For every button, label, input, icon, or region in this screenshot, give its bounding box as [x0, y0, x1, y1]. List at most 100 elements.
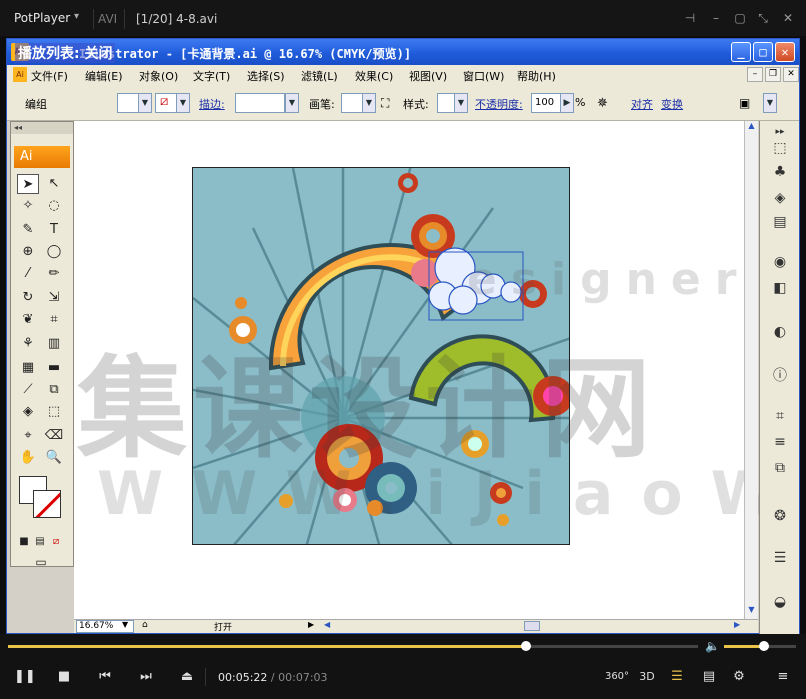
type-tool-icon[interactable]: T — [43, 220, 65, 240]
home-icon[interactable]: ⌂ — [142, 620, 148, 630]
minimize-icon[interactable]: _ — [731, 42, 751, 62]
bridge-icon[interactable]: ▣ — [739, 96, 750, 110]
stop-icon[interactable]: ■ — [55, 668, 73, 686]
direct-selection-tool-icon[interactable]: ↖ — [43, 174, 65, 194]
gradient-mode-icon[interactable]: ▤ — [33, 532, 47, 552]
graph-tool-icon[interactable]: ▥ — [43, 334, 65, 354]
align-icon[interactable]: ≡ — [769, 431, 791, 453]
zoom-tool-icon[interactable]: 🔍 — [43, 448, 65, 468]
menu-view[interactable]: 视图(V) — [409, 68, 447, 84]
live-paint-selection-icon[interactable]: ⬚ — [43, 402, 65, 422]
chevron-down-icon[interactable]: ▼ — [176, 93, 190, 113]
chevron-down-icon[interactable]: ▼ — [122, 620, 128, 629]
live-paint-icon[interactable]: ◈ — [17, 402, 39, 422]
chevron-down-icon[interactable]: ▼ — [362, 93, 376, 113]
stroke-color-swatch[interactable] — [33, 490, 61, 518]
brush-picker[interactable] — [341, 93, 363, 113]
chevron-down-icon[interactable]: ▼ — [454, 93, 468, 113]
menu-icon[interactable]: ≡ — [774, 668, 792, 686]
pathfinder-icon[interactable]: ◐ — [769, 321, 791, 343]
doc-minimize-icon[interactable]: – — [747, 67, 763, 82]
3d-button[interactable]: 3D — [636, 668, 658, 686]
magic-wand-icon[interactable]: ✧ — [17, 196, 39, 216]
stroke-label[interactable]: 描边: — [199, 96, 225, 112]
chevron-down-icon[interactable]: ▼ — [285, 93, 299, 113]
scroll-right-icon[interactable]: ▶ — [734, 620, 740, 629]
eraser-icon[interactable]: ⌫ — [43, 426, 65, 446]
chapters-icon[interactable]: ▤ — [700, 668, 718, 686]
transform-link[interactable]: 变换 — [661, 96, 683, 112]
settings-gear-icon[interactable]: ⚙ — [730, 668, 748, 686]
none-mode-icon[interactable]: ⧄ — [49, 532, 63, 552]
menu-effect[interactable]: 效果(C) — [355, 68, 393, 84]
menu-object[interactable]: 对象(O) — [139, 68, 178, 84]
symbols-icon[interactable]: ♣ — [769, 161, 791, 183]
blend-tool-icon[interactable]: ⧉ — [43, 380, 65, 400]
pen-tool-icon[interactable]: ✎ — [17, 220, 39, 240]
menu-type[interactable]: 文字(T) — [193, 68, 230, 84]
color-mode-icon[interactable]: ■ — [17, 532, 31, 552]
artboard[interactable] — [192, 167, 570, 545]
volume-icon[interactable]: 🔈 — [705, 639, 720, 653]
minimize-icon[interactable]: – — [708, 10, 724, 26]
illustrator-title-bar[interactable]: Ai Illustrator - [卡通背景.ai @ 16.67% (CMYK… — [7, 39, 799, 65]
menu-help[interactable]: 帮助(H) — [517, 68, 556, 84]
navigator-icon[interactable]: ❂ — [769, 505, 791, 527]
eject-icon[interactable]: ⏏ — [178, 668, 196, 686]
maximize-icon[interactable]: □ — [753, 42, 773, 62]
gradient-icon[interactable]: ▤ — [769, 211, 791, 233]
mesh-tool-icon[interactable]: ▦ — [17, 358, 39, 378]
stroke-weight-input[interactable] — [235, 93, 285, 113]
close-icon[interactable]: ✕ — [780, 10, 796, 26]
graphic-styles-icon[interactable]: ⬚ — [769, 137, 791, 159]
menu-edit[interactable]: 编辑(E) — [85, 68, 123, 84]
paintbrush-icon[interactable]: ⁄ — [17, 264, 39, 284]
menu-select[interactable]: 选择(S) — [247, 68, 285, 84]
scroll-up-icon[interactable]: ▲ — [746, 121, 757, 133]
menu-filter[interactable]: 滤镜(L) — [301, 68, 338, 84]
fill-swatch[interactable] — [117, 93, 139, 113]
scale-tool-icon[interactable]: ⇲ — [43, 288, 65, 308]
eyedropper-icon[interactable]: ⟋ — [17, 380, 39, 400]
stroke-icon[interactable]: ◉ — [769, 251, 791, 273]
opacity-label[interactable]: 不透明度: — [475, 96, 523, 112]
gradient-tool-icon[interactable]: ▬ — [43, 358, 65, 378]
pin-icon[interactable]: ⊣ — [682, 10, 698, 26]
doc-close-icon[interactable]: ✕ — [783, 67, 799, 82]
recolor-icon[interactable]: ✵ — [597, 96, 608, 111]
close-icon[interactable]: ✕ — [775, 42, 795, 62]
next-icon[interactable]: ⏭ — [137, 668, 155, 686]
vertical-scrollbar[interactable]: ▲ ▼ — [744, 121, 758, 619]
swatches-icon[interactable]: ☰ — [769, 547, 791, 569]
pencil-icon[interactable]: ✏ — [43, 264, 65, 284]
fullscreen-icon[interactable]: ⤡ — [755, 10, 771, 26]
ellipse-tool-icon[interactable]: ◯ — [43, 242, 65, 262]
line-tool-icon[interactable]: ⊕ — [17, 242, 39, 262]
doc-restore-icon[interactable]: ❐ — [765, 67, 781, 82]
style-picker[interactable] — [437, 93, 455, 113]
volume-handle[interactable] — [759, 641, 770, 651]
transform-icon[interactable]: ⌗ — [769, 405, 791, 427]
scroll-down-icon[interactable]: ▼ — [746, 605, 757, 617]
brush-options-icon[interactable]: ⛶ — [381, 96, 389, 111]
playlist-icon[interactable]: ☰ — [668, 668, 686, 686]
color-guide-icon[interactable]: ◒ — [769, 591, 791, 613]
symbol-sprayer-icon[interactable]: ⚘ — [17, 334, 39, 354]
align-link[interactable]: 对齐 — [631, 96, 653, 112]
scroll-left-icon[interactable]: ◀ — [324, 620, 330, 629]
hand-tool-icon[interactable]: ✋ — [17, 448, 39, 468]
chevron-right-icon[interactable]: ▶ — [308, 620, 314, 629]
layers-icon[interactable]: ◈ — [769, 187, 791, 209]
document-canvas[interactable] — [74, 121, 744, 619]
previous-icon[interactable]: ⏮ — [96, 668, 114, 686]
playlist-overlay[interactable]: 播放列表: 关闭 — [15, 43, 116, 63]
volume-bar[interactable] — [724, 641, 796, 651]
horizontal-scroll-thumb[interactable] — [524, 621, 540, 631]
rotate-tool-icon[interactable]: ↻ — [17, 288, 39, 308]
menu-file[interactable]: 文件(F) — [31, 68, 68, 84]
chevron-down-icon[interactable]: ▼ — [138, 93, 152, 113]
chevron-down-icon[interactable]: ▼ — [763, 93, 777, 113]
maximize-icon[interactable]: ▢ — [732, 10, 748, 26]
collapse-icon[interactable]: ◂◂ — [11, 122, 73, 134]
player-brand[interactable]: PotPlayer — [14, 11, 70, 25]
